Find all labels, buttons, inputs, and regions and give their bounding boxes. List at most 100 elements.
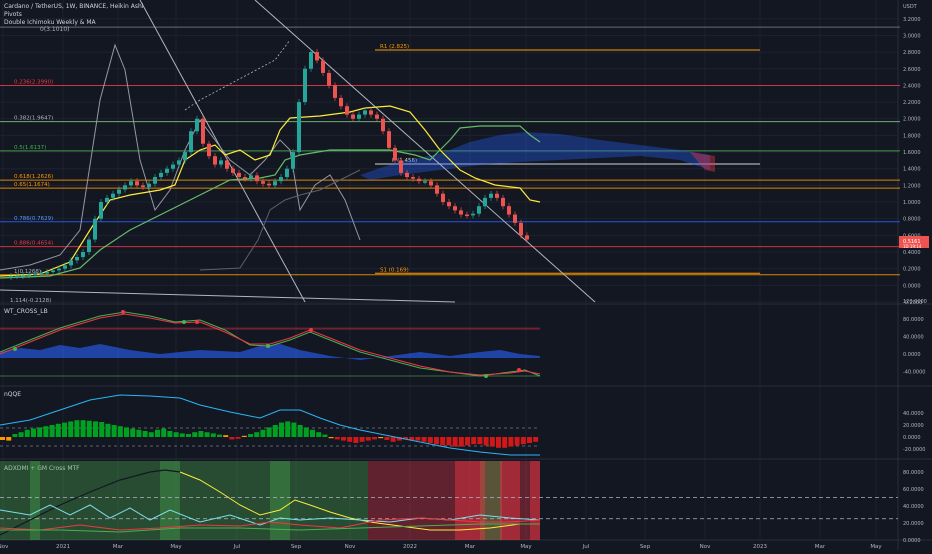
nqqe-tick: 20.0000 <box>903 423 924 429</box>
candle-body <box>351 114 355 119</box>
wt-line2 <box>0 313 541 376</box>
candle-body <box>489 193 493 198</box>
adx-bg-strong-green <box>270 461 290 540</box>
nqqe-bar <box>117 426 123 437</box>
nqqe-bar <box>49 425 55 437</box>
nqqe-bar <box>458 437 464 447</box>
indicator-pivots: Pivots <box>4 11 22 18</box>
nqqe-bar <box>489 437 495 447</box>
candle-body <box>447 202 451 207</box>
candle-body <box>465 214 469 217</box>
fib-label-r382: 0.382(1.9647) <box>14 116 53 122</box>
nqqe-bar <box>266 427 272 437</box>
candle-body <box>111 193 115 198</box>
candle-body <box>285 168 289 178</box>
pivot-r1-label: R1 (2.825) <box>380 44 409 50</box>
candle-body <box>21 275 25 277</box>
nqqe-bar <box>471 437 477 445</box>
nqqe-tick: 40.0000 <box>903 411 924 417</box>
candle-body <box>315 52 319 61</box>
price-tick: 1.8000 <box>903 133 921 139</box>
nqqe-bar <box>6 437 12 441</box>
wt-tick: 80.0000 <box>903 317 924 323</box>
candle-body <box>471 213 475 216</box>
nqqe-bar <box>527 437 532 443</box>
nqqe-bar <box>192 432 198 437</box>
time-tick: Nov <box>345 544 356 550</box>
time-tick: Mar <box>465 544 476 550</box>
nqqe-bar <box>124 427 129 437</box>
candle-body <box>381 118 385 132</box>
pivot-s1-label: S1 (0.169) <box>380 267 409 273</box>
wt-overbought <box>0 327 540 330</box>
candle-body <box>369 110 373 115</box>
nqqe-bar <box>260 429 266 437</box>
candle-body <box>225 160 229 169</box>
candle-body <box>327 72 331 86</box>
fib-label-r5: 0.5(1.6137) <box>14 145 46 151</box>
nqqe-bar <box>254 432 260 437</box>
nqqe-bar <box>316 432 322 437</box>
time-tick: 2022 <box>403 544 417 550</box>
trading-chart[interactable]: 0.236(2.3990) 0.382(1.9647) 0.5(1.6137) 0.6… <box>0 0 932 550</box>
time-tick: May <box>870 544 882 550</box>
nqqe-bar <box>18 432 24 437</box>
chart-stage: 0.236(2.3990) 0.382(1.9647) 0.5(1.6137) 0.6… <box>0 0 932 550</box>
nqqe-tick: 0.0000 <box>903 435 921 441</box>
indicator-extra: 0(3.1010) <box>40 26 70 33</box>
nqqe-bar <box>130 428 136 437</box>
candle-body <box>363 110 367 115</box>
nqqe-bar <box>334 437 340 440</box>
nqqe-bar <box>155 429 160 437</box>
adx-tick: 60.0000 <box>903 487 924 493</box>
nqqe-bar <box>24 429 30 437</box>
price-tick: 1.4000 <box>903 167 921 173</box>
candle-body <box>69 260 73 266</box>
candle-body <box>453 206 457 211</box>
time-tick: Nov <box>0 544 9 550</box>
candle-body <box>129 181 133 186</box>
nqqe-bar <box>452 437 458 447</box>
wt-cross-dot <box>266 344 270 348</box>
symbol-title: Cardano / TetherUS, 1W, BINANCE, Heikin … <box>4 3 144 10</box>
wt-cross-dot <box>517 368 521 372</box>
time-tick: Sep <box>291 544 302 550</box>
nqqe-bar <box>415 437 421 441</box>
nqqe-bar <box>496 437 501 448</box>
candle-body <box>435 185 439 194</box>
candle-body <box>99 202 103 219</box>
candle-body <box>105 197 109 203</box>
nqqe-bar <box>483 437 489 446</box>
wt-tick: -40.0000 <box>903 370 925 376</box>
price-tick: 2.4000 <box>903 83 921 89</box>
nqqe-bar <box>93 421 98 437</box>
candle-body <box>93 218 97 240</box>
candle-body <box>495 193 499 198</box>
candle-body <box>483 197 487 207</box>
time-tick: Sep <box>640 544 651 550</box>
wt-cross-dot <box>484 374 488 378</box>
wt-tick: 120.0000 <box>903 299 927 305</box>
nqqe-bar <box>297 425 303 437</box>
price-tick: 1.6000 <box>903 150 921 156</box>
adx-tick: 0.0000 <box>903 538 921 544</box>
wt-title: WT_CROSS_LB <box>4 308 48 315</box>
nqqe-bar <box>520 437 526 445</box>
time-tick: 2023 <box>753 544 767 550</box>
nqqe-bar <box>37 427 43 437</box>
adx-bg-strong-red <box>530 461 540 540</box>
wt-tick: 0.0000 <box>903 352 921 358</box>
adx-tick: 80.0000 <box>903 470 924 476</box>
nqqe-bar <box>440 437 446 446</box>
candle-body <box>219 160 223 165</box>
fib-label-r236: 0.236(2.3990) <box>14 80 53 86</box>
wt-tick: 40.0000 <box>903 334 924 340</box>
nqqe-bar <box>502 437 508 448</box>
nqqe-bar <box>434 437 439 445</box>
time-tick: Jul <box>233 544 241 550</box>
nqqe-bar <box>167 431 173 437</box>
nqqe-bar <box>533 437 539 442</box>
adx-bg-strong-red <box>500 461 520 540</box>
price-tick: 1.2000 <box>903 183 921 189</box>
candle-body <box>231 168 235 173</box>
